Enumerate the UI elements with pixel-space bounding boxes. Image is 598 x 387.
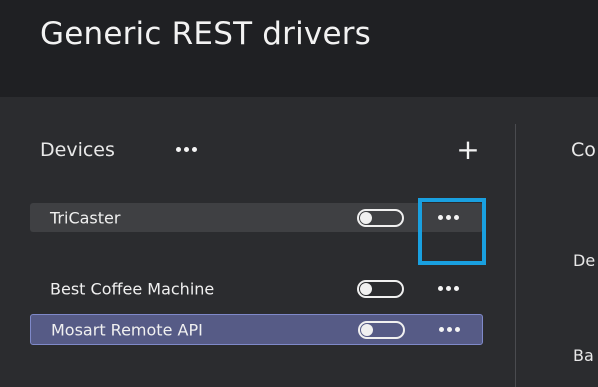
toggle-knob: [361, 323, 373, 336]
config-field-label-2: Ba: [573, 346, 594, 365]
device-enable-toggle[interactable]: [357, 279, 404, 298]
device-more-icon[interactable]: [429, 317, 469, 343]
dot: [175, 146, 181, 152]
dot: [183, 146, 189, 152]
device-row-best-coffee-machine[interactable]: Best Coffee Machine: [30, 274, 483, 303]
dot: [454, 327, 460, 332]
toggle-knob: [360, 282, 372, 295]
add-device-button[interactable]: +: [455, 136, 481, 165]
device-enable-toggle[interactable]: [357, 208, 404, 227]
dot: [445, 286, 451, 291]
panel-divider: [515, 124, 516, 387]
app-header: Generic REST drivers: [0, 0, 598, 97]
callout-highlight-box: [418, 198, 486, 265]
device-label: Mosart Remote API: [51, 320, 203, 339]
device-row-tricaster[interactable]: TriCaster: [30, 203, 483, 232]
device-row-mosart-remote-api[interactable]: Mosart Remote API: [30, 314, 483, 345]
devices-more-icon[interactable]: [171, 136, 201, 162]
devices-panel-title: Devices: [40, 139, 115, 161]
page-title: Generic REST drivers: [40, 16, 372, 52]
dot: [453, 286, 459, 291]
dot: [437, 286, 443, 291]
device-enable-toggle[interactable]: [358, 320, 405, 339]
dot: [438, 327, 444, 332]
dot: [191, 146, 197, 152]
device-label: TriCaster: [50, 208, 121, 227]
config-field-label-1: De: [573, 251, 596, 270]
device-more-icon[interactable]: [428, 276, 468, 302]
toggle-knob: [360, 211, 372, 224]
config-panel-title: Co: [571, 139, 596, 161]
dot: [446, 327, 452, 332]
device-label: Best Coffee Machine: [50, 279, 215, 298]
